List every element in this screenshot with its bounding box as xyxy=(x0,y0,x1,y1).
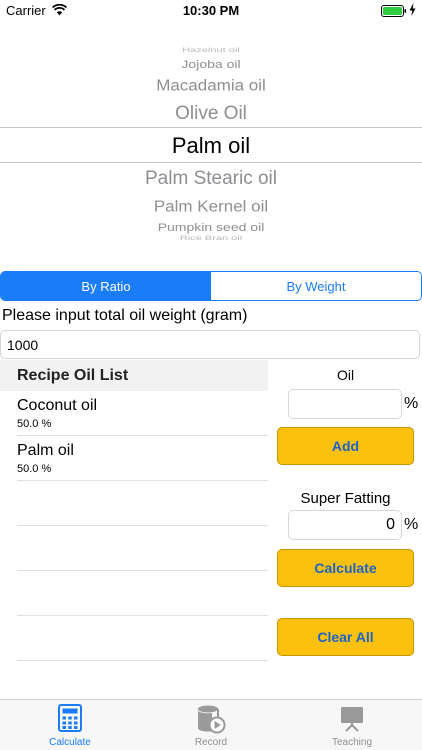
picker-item[interactable]: Palm Kernel oil xyxy=(0,199,422,215)
empty-list-row xyxy=(17,526,268,571)
tab-record[interactable]: Record xyxy=(141,704,281,748)
recipe-item-percent: 50.0 % xyxy=(17,418,52,430)
picker-item[interactable]: Pumpkin seed oil xyxy=(0,221,422,232)
super-fatting-unit: % xyxy=(404,516,419,533)
recipe-item-name: Coconut oil xyxy=(17,397,98,414)
battery-icon xyxy=(381,4,407,22)
tab-teaching[interactable]: Teaching xyxy=(282,704,422,748)
total-weight-input[interactable]: 1000 xyxy=(0,330,420,359)
tab-record-label: Record xyxy=(194,737,228,748)
picker-item[interactable]: Olive Oil xyxy=(0,104,422,123)
recipe-item-name: Palm oil xyxy=(17,442,74,459)
recipe-item-percent: 50.0 % xyxy=(17,463,52,475)
tab-bar: Calculate Record Teaching xyxy=(0,699,422,750)
picker-item[interactable]: Palm Stearic oil xyxy=(0,169,422,188)
mode-segmented-control: By Ratio By Weight xyxy=(0,271,422,301)
segment-by-ratio[interactable]: By Ratio xyxy=(1,272,211,300)
calculate-button[interactable]: Calculate xyxy=(277,549,414,587)
oil-percent-unit: % xyxy=(404,395,419,412)
tab-calculate-label: Calculate xyxy=(49,737,91,748)
status-bar: Carrier 10:30 PM xyxy=(0,0,422,22)
empty-list-row xyxy=(17,571,268,616)
empty-list-row xyxy=(17,481,268,526)
recipe-list-item[interactable]: Palm oil 50.0 % xyxy=(17,436,268,481)
recipe-list-item[interactable]: Coconut oil 50.0 % xyxy=(17,391,268,436)
oil-percent-input[interactable] xyxy=(288,389,402,419)
record-icon xyxy=(196,705,226,738)
picker-selection-top-line xyxy=(0,127,422,128)
status-time: 10:30 PM xyxy=(182,3,240,18)
picker-item[interactable]: Jojoba oil xyxy=(0,58,422,69)
add-button[interactable]: Add xyxy=(277,427,414,465)
super-fatting-input[interactable]: 0 xyxy=(288,510,402,540)
tab-calculate[interactable]: Calculate xyxy=(0,704,140,748)
clear-all-button[interactable]: Clear All xyxy=(277,618,414,656)
empty-list-row xyxy=(17,616,268,661)
picker-selected-item[interactable]: Palm oil xyxy=(0,135,422,157)
picker-selection-bottom-line xyxy=(0,162,422,163)
oil-picker[interactable]: Hazelnut oil Jojoba oil Macadamia oil Ol… xyxy=(0,40,422,245)
total-weight-label: Please input total oil weight (gram) xyxy=(2,307,248,324)
super-fatting-label: Super Fatting xyxy=(300,490,391,507)
calculator-icon xyxy=(58,704,82,736)
total-weight-value: 1000 xyxy=(7,336,39,353)
teaching-icon xyxy=(338,707,366,736)
recipe-list-header: Recipe Oil List xyxy=(0,360,268,391)
segment-by-weight[interactable]: By Weight xyxy=(211,272,421,300)
charging-icon xyxy=(409,3,416,21)
oil-label: Oil xyxy=(336,367,355,383)
picker-item[interactable]: Hazelnut oil xyxy=(0,47,422,54)
tab-teaching-label: Teaching xyxy=(331,737,373,748)
picker-item[interactable]: Macadamia oil xyxy=(0,78,422,94)
picker-item[interactable]: Rice Bran oil xyxy=(0,235,422,242)
super-fatting-value: 0 xyxy=(386,516,395,533)
